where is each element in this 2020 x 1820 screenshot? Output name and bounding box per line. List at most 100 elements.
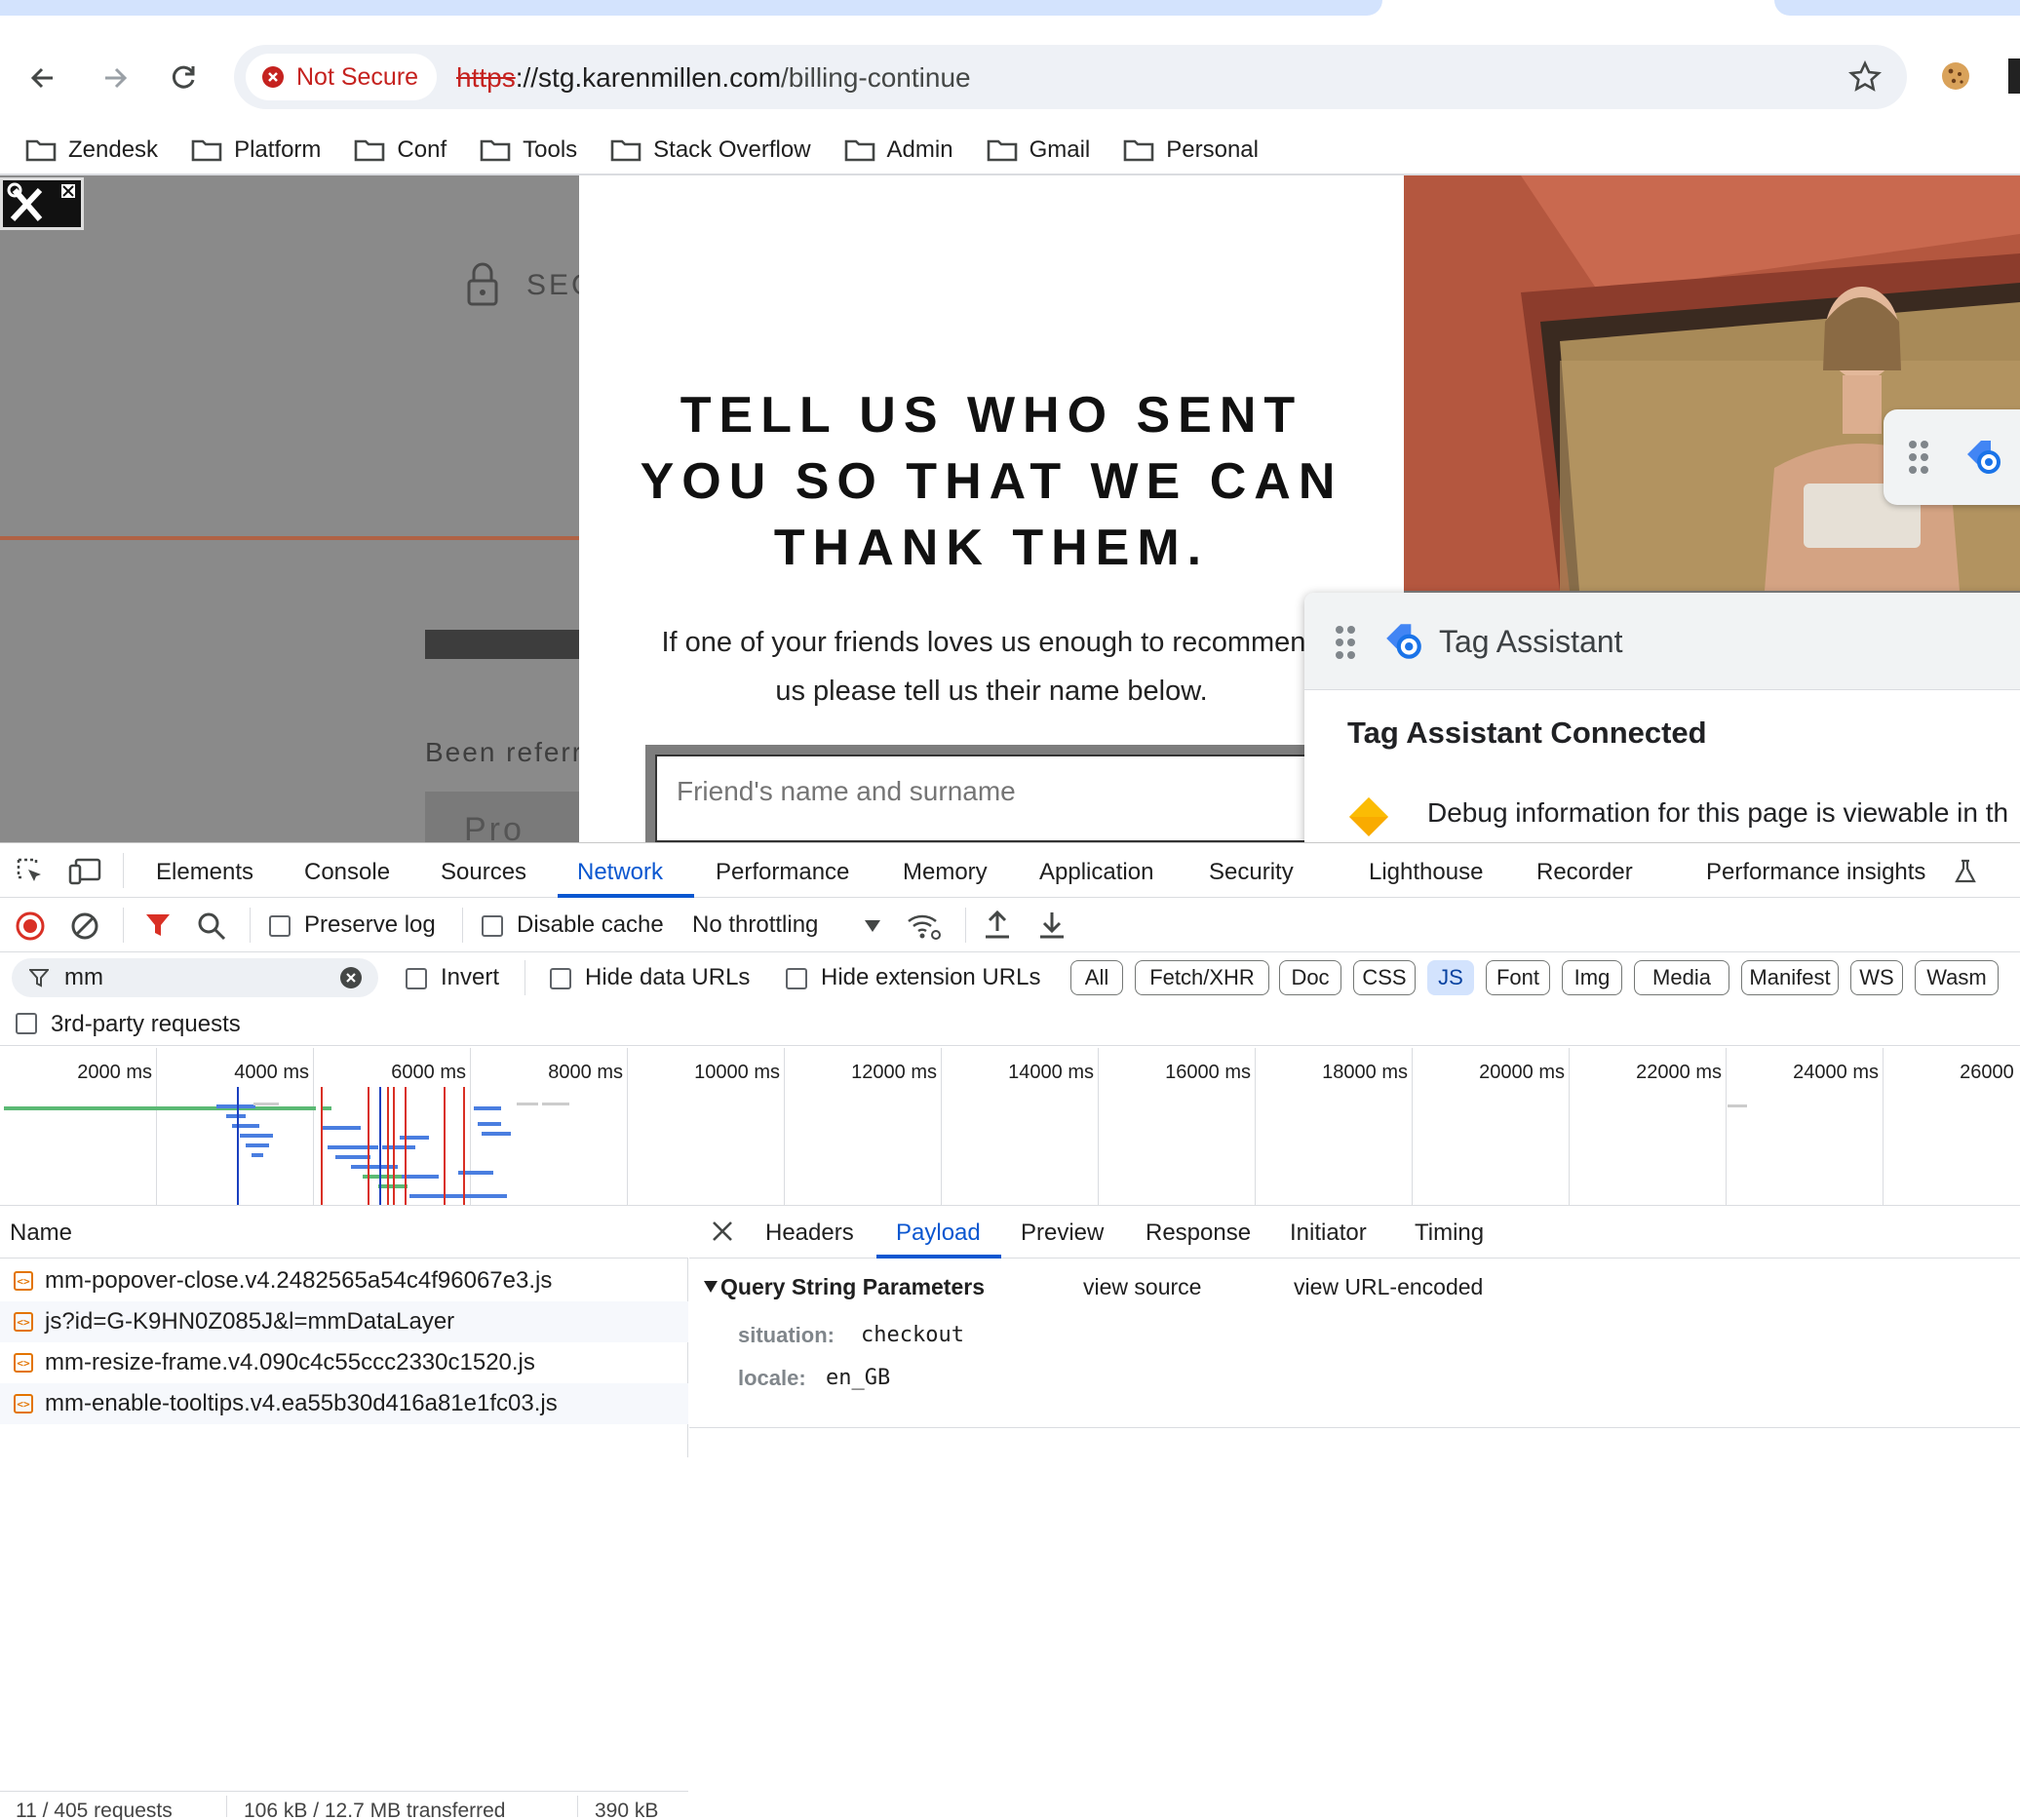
tab-console[interactable]: Console <box>304 859 390 886</box>
hero-image <box>1404 175 2020 591</box>
type-filter-all[interactable]: All <box>1070 960 1123 995</box>
toolbar-separator <box>123 908 124 943</box>
collapse-triangle-icon[interactable] <box>703 1280 719 1294</box>
detail-tab-timing[interactable]: Timing <box>1415 1220 1484 1247</box>
detail-tab-payload[interactable]: Payload <box>896 1220 981 1247</box>
type-filter-wasm[interactable]: Wasm <box>1915 960 1999 995</box>
detail-tab-preview[interactable]: Preview <box>1021 1220 1104 1247</box>
type-filter-font[interactable]: Font <box>1486 960 1550 995</box>
device-toolbar-button[interactable] <box>68 857 101 886</box>
address-bar[interactable]: Not Secure https://stg.karenmillen.com/b… <box>234 45 1907 109</box>
tab-memory[interactable]: Memory <box>903 859 988 886</box>
bookmark-gmail[interactable]: Gmail <box>987 136 1090 164</box>
modal-description: If one of your friends loves us enough t… <box>618 618 1365 716</box>
request-row[interactable]: <> mm-resize-frame.v4.090c4c55ccc2330c152… <box>0 1342 688 1383</box>
disable-cache-label: Disable cache <box>517 911 664 938</box>
security-chip[interactable]: Not Secure <box>246 54 437 100</box>
progress-line <box>0 536 579 540</box>
warning-diamond-icon <box>1349 797 1388 836</box>
tab-recorder[interactable]: Recorder <box>1536 859 1633 886</box>
bookmark-zendesk[interactable]: Zendesk <box>25 136 158 164</box>
bookmark-stack-overflow[interactable]: Stack Overflow <box>610 136 811 164</box>
clear-filter-button[interactable] <box>339 966 363 989</box>
tab-lighthouse[interactable]: Lighthouse <box>1369 859 1483 886</box>
tab-elements[interactable]: Elements <box>156 859 253 886</box>
type-filter-img[interactable]: Img <box>1562 960 1622 995</box>
filter-input[interactable] <box>64 964 308 991</box>
search-button[interactable] <box>197 911 226 941</box>
back-button[interactable] <box>21 57 64 99</box>
invert-checkbox[interactable] <box>406 968 427 989</box>
url-host: stg.karenmillen.com <box>538 62 782 93</box>
tab-strip <box>0 0 2020 16</box>
bookmark-label: Tools <box>523 136 578 163</box>
param-value[interactable]: checkout <box>861 1323 964 1347</box>
type-filter-js[interactable]: JS <box>1427 960 1474 995</box>
tab-performance[interactable]: Performance <box>716 859 849 886</box>
download-icon <box>1040 912 1064 939</box>
hide-data-urls-checkbox[interactable] <box>550 968 571 989</box>
network-overview-timeline[interactable]: 2000 ms 4000 ms 6000 ms 8000 ms 10000 ms 1200… <box>0 1048 2020 1206</box>
bookmark-star-button[interactable] <box>1848 60 1882 94</box>
close-detail-button[interactable] <box>711 1220 734 1243</box>
filter-bar: Invert Hide data URLs Hide extension URL… <box>0 952 2020 1003</box>
bookmark-label: Conf <box>397 136 447 163</box>
filter-funnel-icon <box>29 969 49 987</box>
url-text[interactable]: https://stg.karenmillen.com/billing-cont… <box>456 62 971 94</box>
type-filter-media[interactable]: Media <box>1634 960 1729 995</box>
disable-cache-checkbox[interactable] <box>482 915 503 937</box>
drag-handle-icon[interactable] <box>1334 624 1357 661</box>
type-filter-fetch-xhr[interactable]: Fetch/XHR <box>1135 960 1269 995</box>
preserve-log-checkbox[interactable] <box>269 915 291 937</box>
extension-icon-partial[interactable] <box>2008 58 2020 94</box>
bookmark-admin[interactable]: Admin <box>844 136 953 164</box>
tab-security[interactable]: Security <box>1209 859 1294 886</box>
tab-application[interactable]: Application <box>1039 859 1153 886</box>
view-source-link[interactable]: view source <box>1083 1274 1201 1300</box>
request-row[interactable]: <> mm-popover-close.v4.2482565a54c4f96067… <box>0 1260 688 1301</box>
request-row[interactable]: <> mm-enable-tooltips.v4.ea55b30d416a81e1… <box>0 1383 688 1424</box>
inspect-element-button[interactable] <box>16 857 45 886</box>
cookie-extension-button[interactable] <box>1940 60 1971 92</box>
network-conditions-button[interactable] <box>907 911 942 941</box>
type-filter-manifest[interactable]: Manifest <box>1741 960 1839 995</box>
throttling-select[interactable]: No throttling <box>692 910 887 943</box>
param-value[interactable]: en_GB <box>826 1366 890 1390</box>
detail-tab-headers[interactable]: Headers <box>765 1220 854 1247</box>
promo-field[interactable]: Pro <box>425 792 579 842</box>
third-party-checkbox[interactable] <box>16 1013 37 1034</box>
detail-tab-initiator[interactable]: Initiator <box>1290 1220 1367 1247</box>
promo-field-label: Pro <box>464 811 524 842</box>
tab-performance-insights[interactable]: Performance insights <box>1706 859 1925 886</box>
type-filter-css[interactable]: CSS <box>1353 960 1416 995</box>
name-column-header[interactable]: Name <box>0 1206 688 1259</box>
reload-button[interactable] <box>162 57 205 99</box>
detail-tab-response[interactable]: Response <box>1146 1220 1251 1247</box>
bookmark-tools[interactable]: Tools <box>480 136 577 164</box>
tab-strip-right <box>1774 0 2020 16</box>
bookmark-conf[interactable]: Conf <box>354 136 447 164</box>
tab-network[interactable]: Network <box>577 859 663 886</box>
export-har-button[interactable] <box>1037 910 1067 941</box>
view-url-encoded-link[interactable]: view URL-encoded <box>1294 1274 1483 1300</box>
type-filter-doc[interactable]: Doc <box>1279 960 1341 995</box>
dev-tools-toggle[interactable] <box>0 177 84 230</box>
filter-toggle-button[interactable] <box>144 911 172 939</box>
request-row[interactable]: <> js?id=G-K9HN0Z085J&l=mmDataLayer <box>0 1301 688 1342</box>
preserve-log-label: Preserve log <box>304 911 436 938</box>
filter-separator <box>524 960 525 995</box>
bookmark-platform[interactable]: Platform <box>191 136 321 164</box>
import-har-button[interactable] <box>983 910 1012 941</box>
tag-assistant-mini-badge[interactable] <box>1884 409 2020 505</box>
type-filter-ws[interactable]: WS <box>1850 960 1903 995</box>
forward-button[interactable] <box>94 57 136 99</box>
record-button[interactable] <box>16 911 45 941</box>
bookmark-personal[interactable]: Personal <box>1123 136 1259 164</box>
tab-sources[interactable]: Sources <box>441 859 526 886</box>
hide-extension-urls-checkbox[interactable] <box>786 968 807 989</box>
clear-button[interactable] <box>70 911 99 941</box>
query-string-title[interactable]: Query String Parameters <box>720 1274 985 1300</box>
clear-icon <box>71 912 98 940</box>
friend-name-input[interactable] <box>677 776 1301 807</box>
transferred-size: 106 kB / 12.7 MB transferred <box>244 1800 506 1820</box>
